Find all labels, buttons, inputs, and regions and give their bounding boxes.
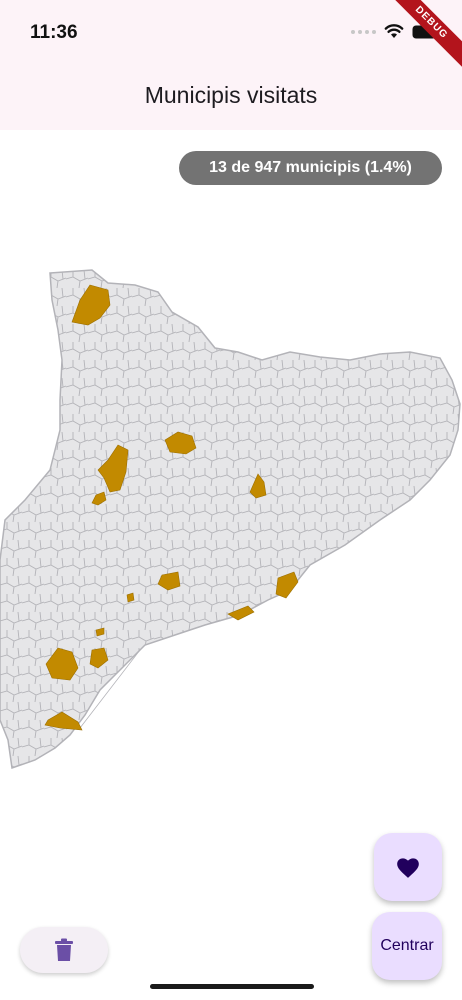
app-bar: 11:36 DEBUG Municipis visitats [0,0,462,130]
visited-count-badge: 13 de 947 municipis (1.4%) [179,151,442,185]
region-outline [0,269,461,770]
status-time: 11:36 [30,22,78,43]
page-title: Municipis visitats [144,82,318,108]
wifi-icon [384,24,404,38]
favorites-button[interactable] [374,833,442,901]
center-map-button[interactable]: Centrar [372,912,442,980]
visited-municipality[interactable] [126,592,135,603]
home-indicator [150,984,314,989]
clear-visited-button[interactable] [20,927,108,973]
heart-icon [397,858,419,878]
signal-icon [351,29,376,34]
trash-icon [55,938,73,961]
catalonia-map[interactable] [0,260,462,780]
